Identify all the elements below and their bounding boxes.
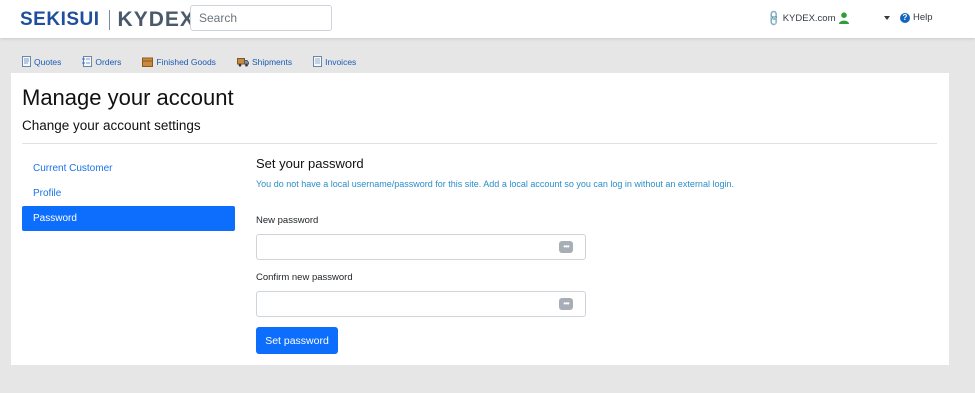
password-manager-icon[interactable]: •••	[559, 298, 573, 310]
tab-invoices[interactable]: Invoices	[313, 56, 356, 67]
new-password-field[interactable]: •••	[256, 234, 586, 260]
logo-kydex-text: KYDEX	[117, 8, 195, 31]
side-nav-item-password[interactable]: Password	[22, 206, 235, 231]
tab-invoices-label: Invoices	[325, 56, 357, 67]
user-icon[interactable]	[839, 11, 849, 29]
truck-icon	[236, 57, 249, 66]
link-icon: 🔗	[765, 9, 784, 28]
confirm-password-label: Confirm new password	[256, 272, 353, 283]
divider	[22, 143, 937, 144]
document-list-icon	[82, 56, 93, 67]
logo-divider	[108, 10, 110, 30]
account-side-nav: Current Customer Profile Password	[22, 156, 235, 231]
info-message: You do not have a local username/passwor…	[256, 179, 734, 189]
brand-logo[interactable]: SEKISUI KYDEX	[20, 8, 195, 32]
new-password-label: New password	[256, 215, 319, 226]
side-nav-item-profile[interactable]: Profile	[22, 181, 235, 206]
search-input[interactable]	[190, 5, 332, 31]
tab-shipments[interactable]: Shipments	[236, 56, 293, 67]
question-circle-icon: ?	[900, 12, 910, 23]
password-manager-icon[interactable]: •••	[559, 241, 573, 253]
tab-quotes[interactable]: Quotes	[22, 56, 61, 67]
page-subtitle: Change your account settings	[22, 118, 201, 133]
form-title: Set your password	[256, 156, 364, 171]
invoice-icon	[313, 56, 323, 67]
caret-down-icon[interactable]	[884, 16, 890, 20]
tab-orders[interactable]: Orders	[82, 56, 121, 67]
account-card: Manage your account Change your account …	[11, 73, 949, 365]
help-label: Help	[913, 12, 933, 23]
side-nav-item-current-customer[interactable]: Current Customer	[22, 156, 235, 181]
tab-quotes-label: Quotes	[34, 56, 62, 67]
kydex-site-link[interactable]: 🔗 KYDEX.com	[765, 9, 836, 28]
tab-finished-goods-label: Finished Goods	[156, 56, 216, 67]
tab-finished-goods[interactable]: Finished Goods	[142, 57, 216, 67]
module-tabs: Quotes Orders Finished Goods Shipments I…	[22, 56, 377, 67]
confirm-password-field[interactable]: •••	[256, 291, 586, 317]
kydex-site-link-label: KYDEX.com	[782, 13, 836, 24]
tab-orders-label: Orders	[95, 56, 122, 67]
set-password-button[interactable]: Set password	[256, 327, 338, 354]
page-title: Manage your account	[22, 85, 234, 110]
tab-shipments-label: Shipments	[251, 56, 293, 67]
logo-sekisui-text: SEKISUI	[20, 9, 100, 30]
top-navbar: SEKISUI KYDEX 🔗 KYDEX.com ? Help	[0, 0, 975, 38]
document-icon	[22, 56, 31, 67]
help-link[interactable]: ? Help	[900, 12, 933, 23]
box-icon	[142, 57, 154, 67]
